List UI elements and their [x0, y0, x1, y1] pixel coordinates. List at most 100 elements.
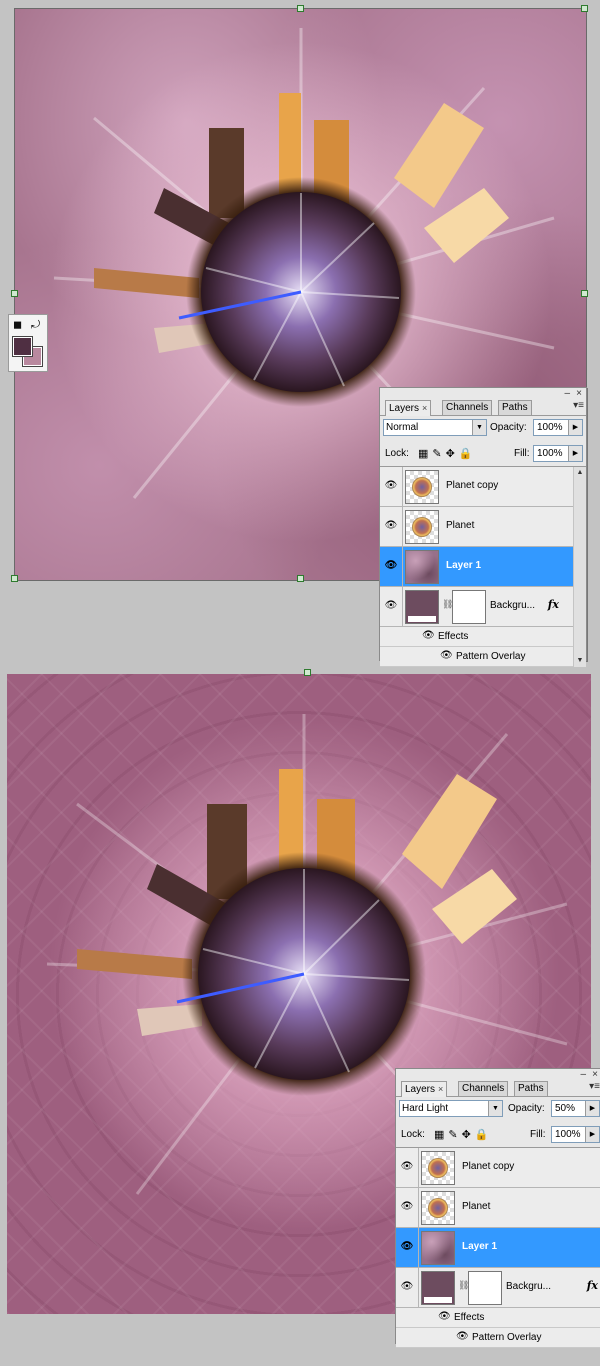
brush-icon[interactable]: ✎ — [448, 1129, 461, 1141]
tab-paths[interactable]: Paths — [514, 1081, 548, 1096]
move-icon[interactable]: ✥ — [462, 1129, 475, 1141]
eye-icon[interactable]: 👁 — [422, 630, 435, 641]
tab-channels[interactable]: Channels — [458, 1081, 509, 1096]
default-colors-icon[interactable]: ◼ — [13, 320, 22, 331]
blend-row: Hard Light ▼ Opacity: 50% ▶ — [396, 1100, 600, 1120]
layer-name: Layer 1 — [462, 1241, 498, 1252]
move-icon[interactable]: ✥ — [446, 448, 459, 460]
fx-icon[interactable]: fx — [548, 598, 559, 611]
close-icon[interactable]: × — [576, 388, 582, 399]
lock-label: Lock: — [401, 1129, 425, 1140]
layer-row[interactable]: 👁 Planet copy — [380, 467, 573, 507]
eye-icon[interactable]: 👁 — [438, 1311, 451, 1322]
panel-titlebar: – × — [380, 388, 586, 400]
fill-value: 100% — [537, 448, 563, 459]
layer-name: Planet copy — [462, 1161, 515, 1172]
effects-row[interactable]: 👁 Effects — [380, 627, 573, 647]
blend-mode-dropdown[interactable]: Hard Light ▼ — [399, 1100, 503, 1117]
pattern-overlay-label: Pattern Overlay — [472, 1332, 542, 1343]
panel-menu-icon[interactable]: ▾≡ — [573, 400, 584, 411]
eye-icon[interactable]: 👁 — [384, 519, 398, 533]
fill-label: Fill: — [530, 1129, 546, 1140]
layer-row[interactable]: 👁 ⛓ Backgru... fx — [396, 1268, 600, 1308]
scroll-up-icon[interactable]: ▲ — [574, 467, 586, 479]
transform-handle[interactable] — [297, 5, 304, 12]
lock-row: Lock: ▦✎✥🔒 Fill: 100% ▶ — [396, 1126, 600, 1146]
swap-colors-icon[interactable]: ⤾ — [31, 320, 40, 331]
brush-icon[interactable]: ✎ — [432, 448, 445, 460]
transform-handle[interactable] — [581, 5, 588, 12]
opacity-label: Opacity: — [508, 1103, 545, 1114]
checkerboard-icon[interactable]: ▦ — [418, 448, 432, 460]
eye-icon[interactable]: 👁 — [400, 1280, 414, 1294]
eye-icon[interactable]: 👁 — [384, 599, 398, 613]
blend-mode-dropdown[interactable]: Normal ▼ — [383, 419, 487, 436]
layers-list: ▲ ▼ 👁 Planet copy 👁 Planet 👁 Layer 1 👁 ⛓… — [380, 466, 586, 667]
eye-icon[interactable]: 👁 — [400, 1240, 414, 1254]
tab-channels[interactable]: Channels — [442, 400, 493, 415]
fill-field[interactable]: 100% ▶ — [533, 445, 583, 462]
lock-label: Lock: — [385, 448, 409, 459]
layer-row-selected[interactable]: 👁 Layer 1 — [380, 547, 573, 587]
pattern-overlay-row[interactable]: 👁 Pattern Overlay — [396, 1328, 600, 1348]
fill-field[interactable]: 100% ▶ — [551, 1126, 600, 1143]
step-2-screenshot: – × Layers × Channels Paths ▾≡ Hard Light… — [0, 664, 600, 1366]
layer-thumbnail — [421, 1191, 455, 1225]
layer-mask-thumbnail[interactable] — [452, 590, 486, 624]
tab-layers[interactable]: Layers × — [401, 1081, 448, 1097]
opacity-field[interactable]: 100% ▶ — [533, 419, 583, 436]
layer-row[interactable]: 👁 Planet copy — [396, 1148, 600, 1188]
close-tab-icon[interactable]: × — [438, 1084, 443, 1094]
chevron-right-icon[interactable]: ▶ — [585, 1101, 599, 1116]
transform-handle[interactable] — [581, 290, 588, 297]
pattern-overlay-label: Pattern Overlay — [456, 651, 526, 662]
minimize-icon[interactable]: – — [564, 388, 570, 399]
layer-row[interactable]: 👁 ⛓ Backgru... fx — [380, 587, 573, 627]
close-icon[interactable]: × — [592, 1069, 598, 1080]
layer-name: Layer 1 — [446, 560, 482, 571]
step-1-screenshot: ◼ ⤾ – × Layers × Channels Paths ▾≡ Normal… — [0, 0, 600, 667]
transform-handle[interactable] — [11, 290, 18, 297]
layer-thumbnail — [421, 1231, 455, 1265]
padlock-icon[interactable]: 🔒 — [475, 1129, 493, 1141]
layer-thumbnail — [421, 1271, 455, 1305]
fill-label: Fill: — [514, 448, 530, 459]
opacity-value: 50% — [555, 1103, 576, 1114]
chevron-right-icon[interactable]: ▶ — [568, 446, 582, 461]
blend-row: Normal ▼ Opacity: 100% ▶ — [380, 419, 586, 439]
layer-row-selected[interactable]: 👁 Layer 1 — [396, 1228, 600, 1268]
layer-row[interactable]: 👁 Planet — [396, 1188, 600, 1228]
layers-scrollbar[interactable]: ▲ ▼ — [573, 467, 586, 667]
transform-handle[interactable] — [304, 669, 311, 676]
transform-handle[interactable] — [11, 575, 18, 582]
opacity-field[interactable]: 50% ▶ — [551, 1100, 600, 1117]
eye-icon[interactable]: 👁 — [456, 1331, 469, 1342]
foreground-color-swatch[interactable] — [12, 336, 33, 357]
layer-name: Backgru... — [490, 600, 536, 611]
eye-icon[interactable]: 👁 — [384, 559, 398, 573]
layer-name: Planet — [446, 520, 475, 531]
layers-panel: – × Layers × Channels Paths ▾≡ Normal ▼ O… — [379, 387, 587, 667]
tab-paths[interactable]: Paths — [498, 400, 532, 415]
chevron-right-icon[interactable]: ▶ — [568, 420, 582, 435]
checkerboard-icon[interactable]: ▦ — [434, 1129, 448, 1141]
fx-icon[interactable]: fx — [587, 1279, 598, 1292]
tab-layers[interactable]: Layers × — [385, 400, 432, 416]
fill-value: 100% — [555, 1129, 581, 1140]
eye-icon[interactable]: 👁 — [400, 1160, 414, 1174]
eye-icon[interactable]: 👁 — [384, 479, 398, 493]
close-tab-icon[interactable]: × — [422, 403, 427, 413]
layer-row[interactable]: 👁 Planet — [380, 507, 573, 547]
effects-row[interactable]: 👁 Effects — [396, 1308, 600, 1328]
chevron-right-icon[interactable]: ▶ — [585, 1127, 599, 1142]
layer-mask-thumbnail[interactable] — [468, 1271, 502, 1305]
eye-icon[interactable]: 👁 — [440, 650, 453, 661]
padlock-icon[interactable]: 🔒 — [459, 448, 477, 460]
opacity-label: Opacity: — [490, 422, 527, 433]
panel-menu-icon[interactable]: ▾≡ — [589, 1081, 600, 1092]
eye-icon[interactable]: 👁 — [400, 1200, 414, 1214]
layer-thumbnail — [421, 1151, 455, 1185]
transform-handle[interactable] — [297, 575, 304, 582]
layer-thumbnail — [405, 590, 439, 624]
minimize-icon[interactable]: – — [580, 1069, 586, 1080]
